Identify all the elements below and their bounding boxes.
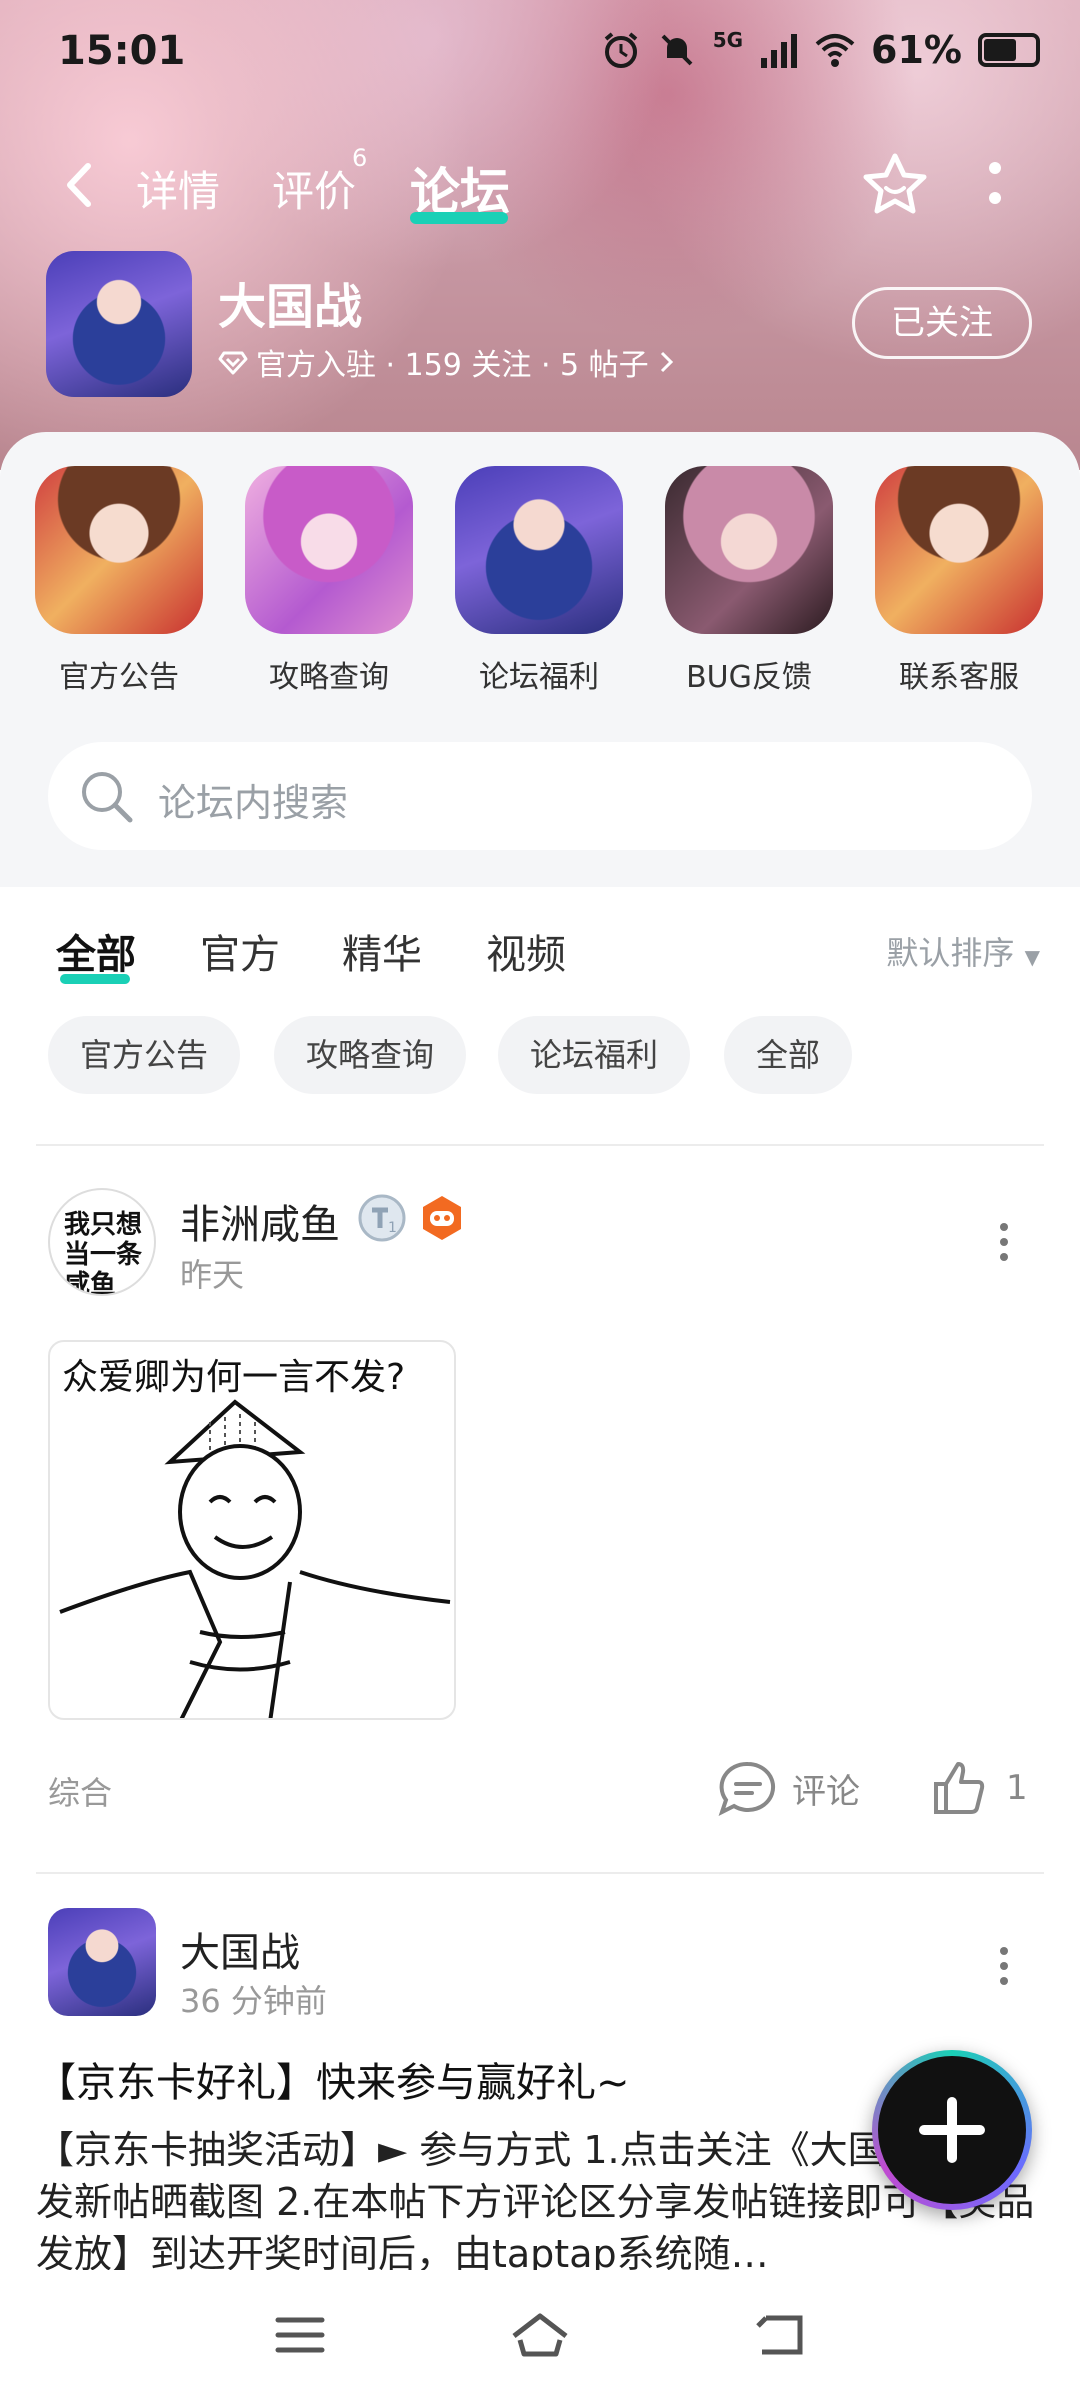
divider — [36, 1144, 1044, 1146]
entry-bug-report[interactable]: BUG反馈 — [664, 466, 834, 696]
caret-down-icon: ▼ — [1024, 945, 1040, 969]
favorite-star-icon[interactable] — [860, 150, 930, 220]
avatar[interactable] — [48, 1908, 156, 2016]
post-title[interactable]: 【京东卡好礼】快来参与赢好礼~ — [36, 2050, 630, 2108]
follow-button[interactable]: 已关注 — [852, 287, 1032, 359]
diamond-verified-icon — [218, 351, 248, 375]
chip-forum-welfare[interactable]: 论坛福利 — [498, 1016, 691, 1094]
entry-image — [665, 466, 833, 634]
like-count: 1 — [1006, 1768, 1028, 1808]
entry-image — [245, 466, 413, 634]
post-footer: 综合 评论 1 — [0, 1760, 1080, 1820]
thumbs-up-icon — [934, 1762, 985, 1814]
entry-image — [455, 466, 623, 634]
battery-percent: 61% — [871, 28, 962, 72]
entry-label: 攻略查询 — [269, 660, 389, 695]
like-button[interactable]: 1 — [930, 1760, 1028, 1816]
entry-image — [35, 466, 203, 634]
wifi-icon — [815, 34, 855, 67]
system-nav-bar — [0, 2270, 1080, 2400]
forum-search-input[interactable]: 论坛内搜索 — [48, 742, 1032, 850]
back-arrow-icon[interactable] — [58, 160, 102, 210]
back-gesture-icon[interactable] — [752, 2310, 812, 2360]
forum-panel: 官方公告 攻略查询 论坛福利 BUG反馈 联系客服 论坛内搜索 — [0, 432, 1080, 887]
game-info: 大国战 官方入驻 · 159 关注 · 5 帖子 已关注 — [0, 245, 1080, 405]
top-nav: 详情 评价 6 论坛 — [0, 140, 1080, 230]
avatar-text: 我只想当一条咸鱼 — [64, 1210, 143, 1296]
comment-icon — [718, 1761, 776, 1816]
divider — [36, 1872, 1044, 1874]
network-type: 5G — [712, 28, 744, 52]
post-author[interactable]: 大国战 — [180, 1920, 300, 1978]
search-placeholder: 论坛内搜索 — [158, 781, 349, 825]
comment-button[interactable]: 评论 — [718, 1760, 860, 1816]
entry-label: 论坛福利 — [479, 660, 599, 695]
status-time: 15:01 — [58, 28, 186, 74]
game-meta[interactable]: 官方入驻 · 159 关注 · 5 帖子 — [218, 340, 677, 384]
post-time: 昨天 — [180, 1256, 245, 1294]
game-meta-text: 官方入驻 · 159 关注 · 5 帖子 — [256, 348, 649, 383]
post-time: 36 分钟前 — [180, 1982, 327, 2020]
alarm-icon — [604, 32, 637, 68]
status-bar: 15:01 5G 61% — [0, 0, 1080, 110]
entry-image — [875, 466, 1043, 634]
entry-label: 联系客服 — [899, 660, 1019, 695]
filter-tab-video[interactable]: 视频 — [486, 922, 566, 980]
game-controller-badge-icon — [423, 1196, 461, 1240]
mute-icon — [661, 34, 693, 66]
post-tag[interactable]: 综合 — [48, 1768, 112, 1814]
post-author[interactable]: 非洲咸鱼 — [180, 1192, 340, 1250]
entry-guides[interactable]: 攻略查询 — [244, 466, 414, 696]
tab-forum-indicator — [410, 212, 508, 224]
filter-tab-indicator — [60, 974, 130, 984]
chevron-right-icon — [660, 351, 673, 373]
sort-label: 默认排序 — [886, 934, 1015, 972]
meme-drawing — [59, 1399, 451, 1718]
tab-reviews[interactable]: 评价 — [272, 158, 356, 219]
game-icon[interactable] — [46, 251, 192, 397]
entry-label: BUG反馈 — [686, 660, 812, 695]
svg-text:1: 1 — [388, 1220, 397, 1236]
game-title: 大国战 — [218, 279, 363, 335]
post-image[interactable]: 众爱卿为何一言不发? — [48, 1340, 456, 1720]
post-more-icon[interactable] — [998, 1222, 1010, 1262]
entry-forum-welfare[interactable]: 论坛福利 — [454, 466, 624, 696]
plus-icon — [919, 2097, 985, 2163]
avatar[interactable]: 我只想当一条咸鱼 — [48, 1188, 156, 1296]
reviews-count-badge: 6 — [352, 144, 368, 172]
entry-official-announcements[interactable]: 官方公告 — [34, 466, 204, 696]
more-vertical-icon[interactable] — [985, 160, 1005, 214]
menu-icon[interactable] — [270, 2310, 330, 2360]
home-icon[interactable] — [510, 2310, 570, 2360]
sort-dropdown[interactable]: 默认排序 ▼ — [886, 928, 1040, 974]
chip-official-announcements[interactable]: 官方公告 — [48, 1016, 241, 1094]
post-more-icon[interactable] — [998, 1946, 1010, 1986]
new-post-button[interactable] — [872, 2050, 1032, 2210]
level-badge-icon: 1 — [358, 1194, 406, 1242]
filter-tab-official[interactable]: 官方 — [200, 922, 280, 980]
signal-icon — [761, 34, 798, 68]
filter-tab-featured[interactable]: 精华 — [342, 922, 422, 980]
entry-customer-service[interactable]: 联系客服 — [874, 466, 1044, 696]
category-chips: 官方公告 攻略查询 论坛福利 全部 — [0, 1016, 1080, 1096]
tab-details[interactable]: 详情 — [136, 158, 220, 219]
chip-guides[interactable]: 攻略查询 — [274, 1016, 467, 1094]
search-icon — [82, 772, 133, 823]
filter-tab-all[interactable]: 全部 — [56, 922, 136, 980]
filter-tabs: 全部 官方 精华 视频 默认排序 ▼ — [0, 890, 1080, 1010]
battery-icon — [978, 33, 1040, 67]
entry-label: 官方公告 — [59, 660, 179, 695]
comment-label: 评论 — [792, 1771, 860, 1812]
chip-all[interactable]: 全部 — [724, 1016, 853, 1094]
